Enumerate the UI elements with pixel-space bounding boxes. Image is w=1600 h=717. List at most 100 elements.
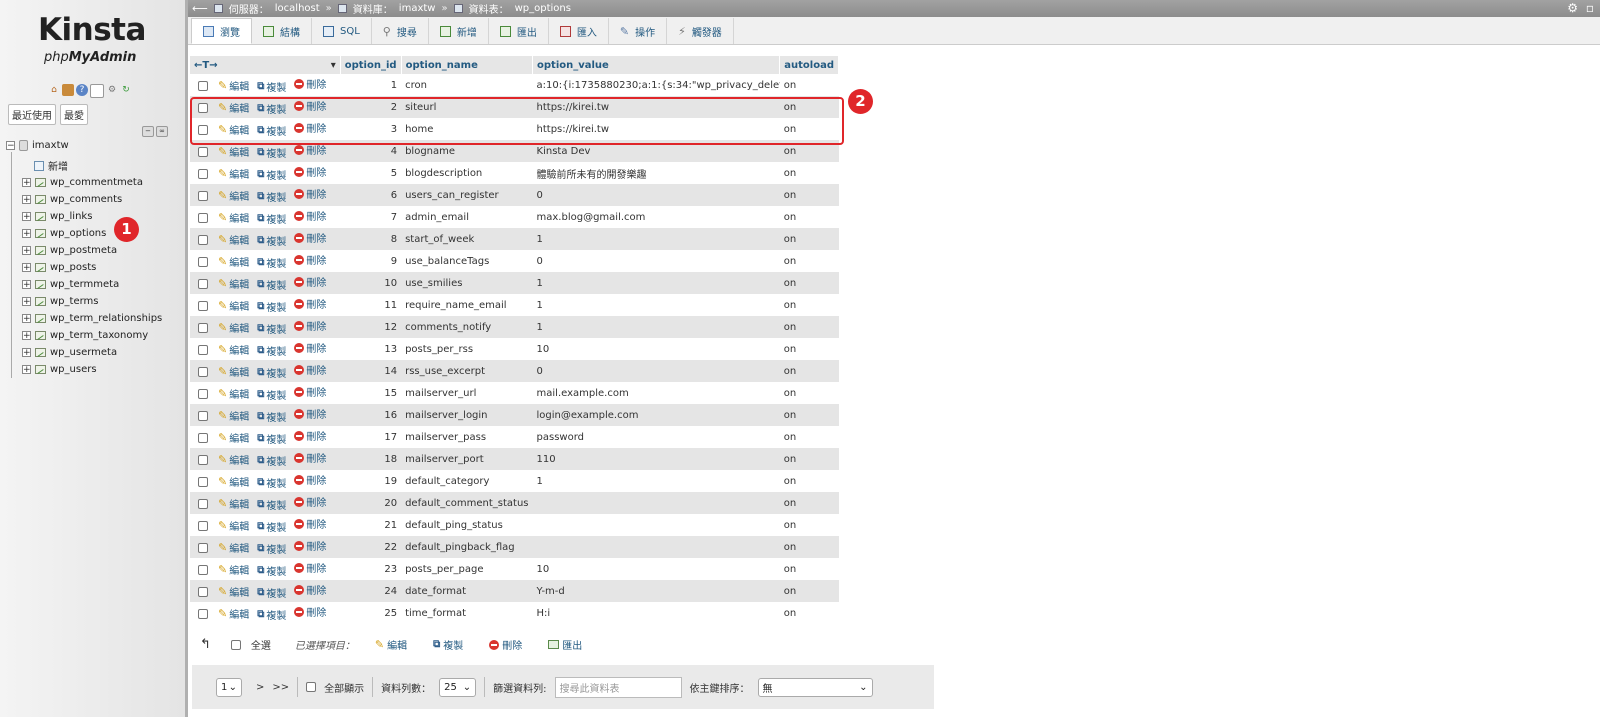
table-name[interactable]: wp_posts <box>50 262 96 273</box>
cell-autoload[interactable]: on <box>779 470 839 492</box>
row-checkbox[interactable] <box>198 212 208 223</box>
cell-option-name[interactable]: mailserver_pass <box>401 426 533 448</box>
cell-autoload[interactable]: on <box>779 426 839 448</box>
cell-option-value[interactable]: mail.example.com <box>532 382 780 404</box>
reload-icon[interactable]: ↻ <box>120 84 132 96</box>
table-row[interactable]: ✎ 編輯 ⧉ 複製 刪除 12 comments_notify 1 on <box>190 316 839 338</box>
cell-option-name[interactable]: default_ping_status <box>401 514 533 536</box>
table-name[interactable]: wp_users <box>50 364 97 375</box>
cell-autoload[interactable]: on <box>779 382 839 404</box>
next-page-button[interactable]: > <box>256 682 264 693</box>
delete-row-button[interactable]: 刪除 <box>294 230 326 245</box>
expand-icon[interactable]: + <box>22 330 31 340</box>
select-all-checkbox[interactable] <box>230 639 241 650</box>
copy-row-button[interactable]: ⧉ 複製 <box>257 387 286 402</box>
cell-autoload[interactable]: on <box>779 558 839 580</box>
cell-option-name[interactable]: comments_notify <box>401 316 533 338</box>
cell-option-name[interactable]: start_of_week <box>401 228 533 250</box>
database-name[interactable]: imaxtw <box>32 140 69 151</box>
row-checkbox[interactable] <box>198 410 208 421</box>
cell-autoload[interactable]: on <box>779 228 839 250</box>
tree-table-item[interactable]: + wp_options <box>22 226 106 240</box>
breadcrumb-server[interactable]: localhost <box>275 3 320 14</box>
copy-row-button[interactable]: ⧉ 複製 <box>257 497 286 512</box>
edit-row-button[interactable]: ✎ 編輯 <box>218 232 249 247</box>
row-checkbox[interactable] <box>198 366 208 377</box>
expand-icon[interactable]: + <box>22 228 31 238</box>
select-all-label[interactable]: 全選 <box>251 637 271 652</box>
table-name[interactable]: wp_usermeta <box>50 347 117 358</box>
cell-option-value[interactable] <box>532 492 780 514</box>
copy-row-button[interactable]: ⧉ 複製 <box>257 453 286 468</box>
cell-autoload[interactable]: on <box>779 250 839 272</box>
column-arrows[interactable]: ←T→ <box>194 60 218 71</box>
delete-row-button[interactable]: 刪除 <box>294 472 326 487</box>
tree-table-item[interactable]: + wp_termmeta <box>22 277 119 291</box>
cell-option-name[interactable]: mailserver_login <box>401 404 533 426</box>
edit-row-button[interactable]: ✎ 編輯 <box>218 364 249 379</box>
collapse-icon[interactable]: − <box>6 141 15 151</box>
bulk-copy-button[interactable]: ⧉ 複製 <box>433 637 463 652</box>
row-checkbox[interactable] <box>198 498 208 509</box>
table-row[interactable]: ✎ 編輯 ⧉ 複製 刪除 15 mailserver_url mail.example.com… <box>190 382 839 404</box>
edit-row-button[interactable]: ✎ 編輯 <box>218 452 249 467</box>
bulk-edit-button[interactable]: ✎ 編輯 <box>375 637 407 652</box>
cell-option-name[interactable]: blogdescription <box>401 162 533 184</box>
cell-autoload[interactable]: on <box>779 404 839 426</box>
recent-tab[interactable]: 最近使用 <box>8 104 56 125</box>
delete-row-button[interactable]: 刪除 <box>294 362 326 377</box>
delete-row-button[interactable]: 刪除 <box>294 516 326 531</box>
copy-row-button[interactable]: ⧉ 複製 <box>257 255 286 270</box>
table-row[interactable]: ✎ 編輯 ⧉ 複製 刪除 9 use_balanceTags 0 on <box>190 250 839 272</box>
cell-option-name[interactable]: mailserver_url <box>401 382 533 404</box>
table-row[interactable]: ✎ 編輯 ⧉ 複製 刪除 13 posts_per_rss 10 on <box>190 338 839 360</box>
edit-row-button[interactable]: ✎ 編輯 <box>218 342 249 357</box>
table-row[interactable]: ✎ 編輯 ⧉ 複製 刪除 19 default_category 1 on <box>190 470 839 492</box>
cell-option-value[interactable]: max.blog@gmail.com <box>532 206 780 228</box>
new-label[interactable]: 新增 <box>48 158 68 173</box>
cell-option-name[interactable]: date_format <box>401 580 533 602</box>
copy-row-button[interactable]: ⧉ 複製 <box>257 519 286 534</box>
expand-icon[interactable]: + <box>22 245 31 255</box>
tree-table-item[interactable]: + wp_term_taxonomy <box>22 328 148 342</box>
bulk-delete-button[interactable]: 刪除 <box>489 637 522 652</box>
rows-select[interactable]: 25 ⌄ <box>439 677 477 697</box>
cell-option-value[interactable]: Y-m-d <box>532 580 780 602</box>
copy-row-button[interactable]: ⧉ 複製 <box>257 277 286 292</box>
table-name[interactable]: wp_links <box>50 211 92 222</box>
table-row[interactable]: ✎ 編輯 ⧉ 複製 刪除 23 posts_per_page 10 on <box>190 558 839 580</box>
expand-icon[interactable]: + <box>22 262 31 272</box>
copy-row-button[interactable]: ⧉ 複製 <box>257 79 286 94</box>
delete-row-button[interactable]: 刪除 <box>294 560 326 575</box>
cell-option-value[interactable]: 1 <box>532 272 780 294</box>
copy-row-button[interactable]: ⧉ 複製 <box>257 563 286 578</box>
edit-row-button[interactable]: ✎ 編輯 <box>218 584 249 599</box>
delete-row-button[interactable]: 刪除 <box>294 296 326 311</box>
tree-table-item[interactable]: + wp_commentmeta <box>22 175 143 189</box>
cell-option-value[interactable]: 1 <box>532 470 780 492</box>
bulk-export-button[interactable]: 匯出 <box>548 637 582 652</box>
cell-autoload[interactable]: on <box>779 448 839 470</box>
expand-icon[interactable]: + <box>22 194 31 204</box>
column-header-option-id[interactable]: option_id <box>340 56 402 74</box>
copy-row-button[interactable]: ⧉ 複製 <box>257 365 286 380</box>
table-row[interactable]: ✎ 編輯 ⧉ 複製 刪除 14 rss_use_excerpt 0 on <box>190 360 839 382</box>
cell-option-value[interactable]: 0 <box>532 250 780 272</box>
copy-row-button[interactable]: ⧉ 複製 <box>257 211 286 226</box>
table-name[interactable]: wp_postmeta <box>50 245 117 256</box>
tab-browse[interactable]: 瀏覽 <box>191 18 252 44</box>
cell-option-value[interactable]: 體驗前所未有的開發樂趣 <box>532 162 780 184</box>
kinsta-logo[interactable]: Kinsta <box>38 12 146 48</box>
table-row[interactable]: ✎ 編輯 ⧉ 複製 刪除 20 default_comment_status on <box>190 492 839 514</box>
cell-option-value[interactable]: 0 <box>532 184 780 206</box>
row-checkbox[interactable] <box>198 476 208 487</box>
copy-row-button[interactable]: ⧉ 複製 <box>257 189 286 204</box>
delete-row-button[interactable]: 刪除 <box>294 582 326 597</box>
cell-autoload[interactable]: on <box>779 338 839 360</box>
cell-option-name[interactable]: admin_email <box>401 206 533 228</box>
cell-option-name[interactable]: time_format <box>401 602 533 624</box>
table-row[interactable]: ✎ 編輯 ⧉ 複製 刪除 22 default_pingback_flag on <box>190 536 839 558</box>
cell-option-value[interactable]: 0 <box>532 360 780 382</box>
copy-row-button[interactable]: ⧉ 複製 <box>257 233 286 248</box>
collapse-panel-icon[interactable]: ▫ <box>1586 1 1594 15</box>
